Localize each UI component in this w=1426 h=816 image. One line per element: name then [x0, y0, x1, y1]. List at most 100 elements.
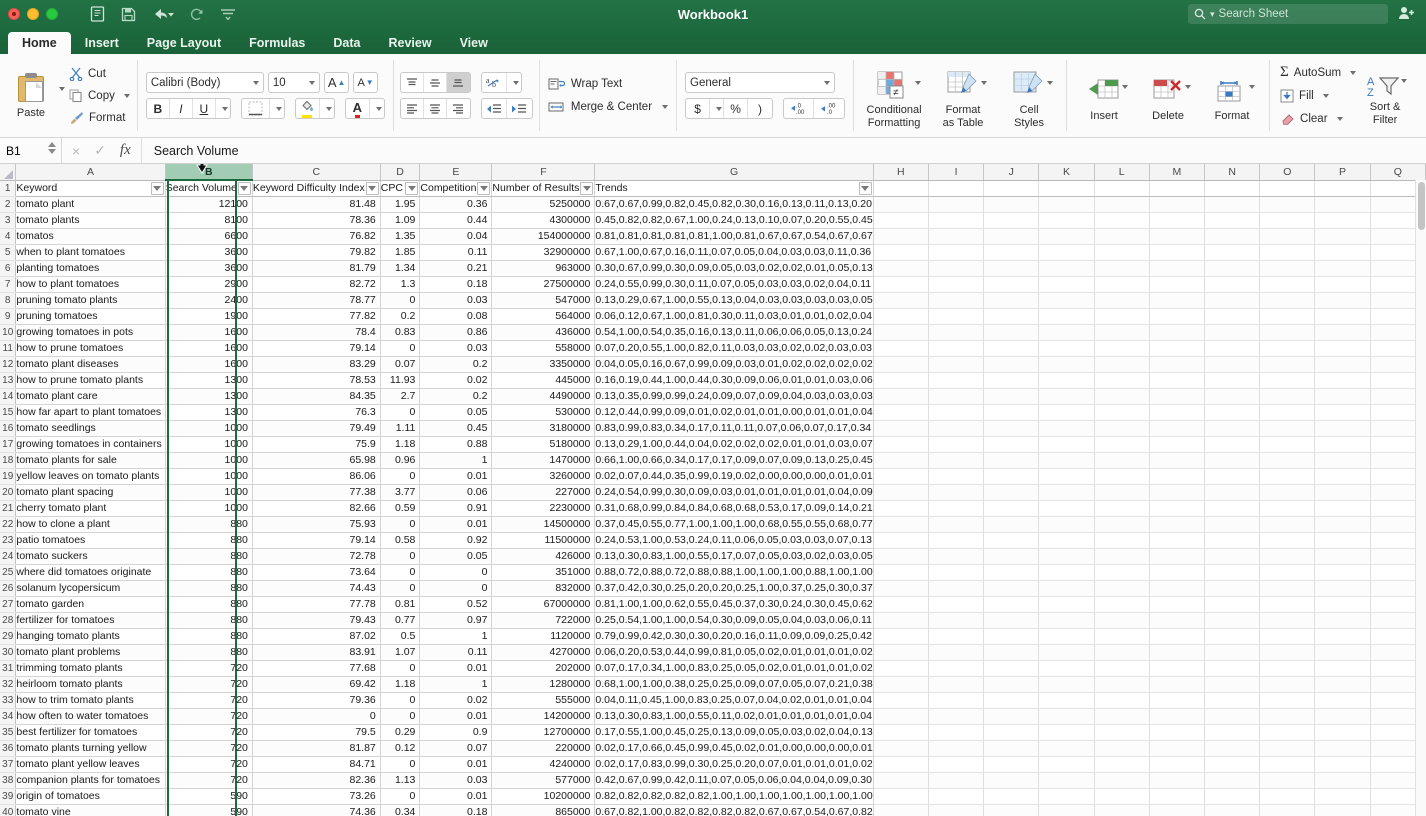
cell-H5[interactable] [873, 244, 928, 260]
cell-N23[interactable] [1205, 532, 1260, 548]
table-row[interactable]: 14tomato plant care130084.352.70.2449000… [0, 388, 1426, 404]
cell-K24[interactable] [1039, 548, 1094, 564]
cell-C5[interactable]: 79.82 [252, 244, 380, 260]
cell-P40[interactable] [1315, 804, 1370, 816]
cell-E14[interactable]: 0.2 [420, 388, 492, 404]
cell-L29[interactable] [1094, 628, 1149, 644]
cell-E13[interactable]: 0.02 [420, 372, 492, 388]
cell-I32[interactable] [928, 676, 983, 692]
cell-M7[interactable] [1149, 276, 1204, 292]
cell-A36[interactable]: tomato plants turning yellow [16, 740, 165, 756]
cell-A15[interactable]: how far apart to plant tomatoes [16, 404, 165, 420]
cell-J24[interactable] [984, 548, 1039, 564]
fill-dropdown-icon[interactable] [1323, 94, 1329, 98]
cell-G13[interactable]: 0.16,0.19,0.44,1.00,0.44,0.30,0.09,0.06,… [595, 372, 873, 388]
cell-I4[interactable] [928, 228, 983, 244]
cell-B35[interactable]: 720 [165, 724, 252, 740]
cell-J16[interactable] [984, 420, 1039, 436]
cell-H16[interactable] [873, 420, 928, 436]
cell-F16[interactable]: 3180000 [492, 420, 595, 436]
table-row[interactable]: 6planting tomatoes360081.791.340.2196300… [0, 260, 1426, 276]
cell-H4[interactable] [873, 228, 928, 244]
row-header-34[interactable]: 34 [0, 708, 16, 724]
cell-I28[interactable] [928, 612, 983, 628]
cell-A24[interactable]: tomato suckers [16, 548, 165, 564]
cell-A30[interactable]: tomato plant problems [16, 644, 165, 660]
cell-L39[interactable] [1094, 788, 1149, 804]
cell-M24[interactable] [1149, 548, 1204, 564]
cell-F40[interactable]: 865000 [492, 804, 595, 816]
cell-M36[interactable] [1149, 740, 1204, 756]
cell-N1[interactable] [1205, 180, 1260, 196]
currency-group[interactable]: $ % ) [685, 98, 773, 119]
cell-I24[interactable] [928, 548, 983, 564]
cell-O40[interactable] [1260, 804, 1315, 816]
cell-C4[interactable]: 76.82 [252, 228, 380, 244]
cell-A4[interactable]: tomatos [16, 228, 165, 244]
cell-E36[interactable]: 0.07 [420, 740, 492, 756]
cell-N30[interactable] [1205, 644, 1260, 660]
cell-J12[interactable] [984, 356, 1039, 372]
cell-I20[interactable] [928, 484, 983, 500]
orientation-group[interactable]: ab [481, 72, 522, 93]
cell-I23[interactable] [928, 532, 983, 548]
cell-D12[interactable]: 0.07 [380, 356, 420, 372]
table-row[interactable]: 9pruning tomatoes190077.820.20.085640000… [0, 308, 1426, 324]
cell-L2[interactable] [1094, 196, 1149, 212]
cell-C14[interactable]: 84.35 [252, 388, 380, 404]
font-name-select[interactable]: Calibri (Body) [146, 72, 264, 93]
row-header-1[interactable]: 1 [0, 180, 16, 196]
cell-C36[interactable]: 81.87 [252, 740, 380, 756]
cell-C30[interactable]: 83.91 [252, 644, 380, 660]
cell-F11[interactable]: 558000 [492, 340, 595, 356]
column-header-o[interactable]: O [1260, 164, 1315, 180]
cell-J33[interactable] [984, 692, 1039, 708]
cell-E40[interactable]: 0.18 [420, 804, 492, 816]
cell-L25[interactable] [1094, 564, 1149, 580]
cell-C12[interactable]: 83.29 [252, 356, 380, 372]
cell-L1[interactable] [1094, 180, 1149, 196]
cell-K19[interactable] [1039, 468, 1094, 484]
row-header-6[interactable]: 6 [0, 260, 16, 276]
row-header-37[interactable]: 37 [0, 756, 16, 772]
cell-B11[interactable]: 1600 [165, 340, 252, 356]
row-header-26[interactable]: 26 [0, 580, 16, 596]
row-header-30[interactable]: 30 [0, 644, 16, 660]
cell-N8[interactable] [1205, 292, 1260, 308]
document-icon[interactable] [90, 6, 105, 22]
cell-N5[interactable] [1205, 244, 1260, 260]
row-header-24[interactable]: 24 [0, 548, 16, 564]
cell-J27[interactable] [984, 596, 1039, 612]
cell-B14[interactable]: 1300 [165, 388, 252, 404]
cell-M29[interactable] [1149, 628, 1204, 644]
cell-D29[interactable]: 0.5 [380, 628, 420, 644]
row-header-23[interactable]: 23 [0, 532, 16, 548]
cell-K3[interactable] [1039, 212, 1094, 228]
share-person-icon[interactable] [1398, 5, 1416, 26]
cell-K22[interactable] [1039, 516, 1094, 532]
tab-view[interactable]: View [446, 33, 502, 55]
cell-H31[interactable] [873, 660, 928, 676]
cell-B15[interactable]: 1300 [165, 404, 252, 420]
cell-J38[interactable] [984, 772, 1039, 788]
cell-K13[interactable] [1039, 372, 1094, 388]
cell-D36[interactable]: 0.12 [380, 740, 420, 756]
cell-I30[interactable] [928, 644, 983, 660]
cell-A39[interactable]: origin of tomatoes [16, 788, 165, 804]
cell-J40[interactable] [984, 804, 1039, 816]
cell-J20[interactable] [984, 484, 1039, 500]
cell-B32[interactable]: 720 [165, 676, 252, 692]
cell-M18[interactable] [1149, 452, 1204, 468]
cell-G21[interactable]: 0.31,0.68,0.99,0.84,0.84,0.68,0.68,0.53,… [595, 500, 873, 516]
cell-G11[interactable]: 0.07,0.20,0.55,1.00,0.82,0.11,0.03,0.03,… [595, 340, 873, 356]
cell-J26[interactable] [984, 580, 1039, 596]
cell-E3[interactable]: 0.44 [420, 212, 492, 228]
increase-indent-button[interactable] [507, 99, 532, 118]
cell-F2[interactable]: 5250000 [492, 196, 595, 212]
row-header-5[interactable]: 5 [0, 244, 16, 260]
cell-J3[interactable] [984, 212, 1039, 228]
cell-C39[interactable]: 73.26 [252, 788, 380, 804]
cell-E30[interactable]: 0.11 [420, 644, 492, 660]
wrap-text-button[interactable]: Wrap Text [548, 77, 668, 91]
cell-L20[interactable] [1094, 484, 1149, 500]
